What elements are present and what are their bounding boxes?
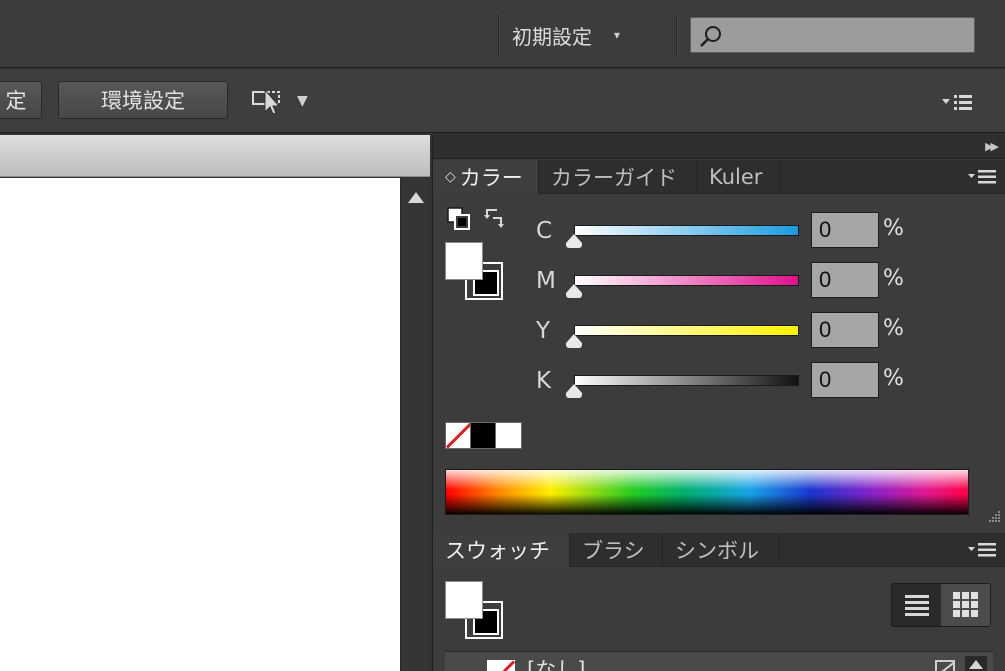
application-bar: 初期設定 ▾	[0, 0, 1005, 68]
slider-thumb[interactable]	[566, 384, 582, 398]
resize-grip-icon[interactable]	[987, 509, 1001, 523]
view-toggle	[891, 583, 991, 627]
swatch-list: [なし]	[445, 651, 993, 671]
quick-swatches	[445, 422, 522, 449]
grid-view-icon	[952, 592, 978, 617]
tab-label: シンボル	[675, 539, 759, 563]
tab-label: カラー	[459, 166, 523, 190]
channel-label: C	[536, 218, 553, 244]
button-label: 環境設定	[101, 89, 185, 113]
dock-header: ▶▶	[433, 135, 1005, 159]
arrange-documents-icon[interactable]	[251, 86, 285, 116]
tab-color[interactable]: ◇ カラー	[433, 160, 539, 194]
color-slider-track[interactable]	[574, 375, 799, 386]
channel-label: Y	[536, 318, 551, 344]
expand-collapse-icon: ◇	[445, 169, 456, 185]
color-panel-tabs: ◇ カラー カラーガイド Kuler	[433, 160, 1005, 194]
chevron-down-icon[interactable]: ▼	[297, 93, 308, 109]
divider	[498, 14, 499, 56]
swatches-panel-body: [なし]	[433, 567, 1005, 671]
channel-label: M	[536, 268, 556, 294]
black-swatch[interactable]	[471, 423, 496, 448]
channel-value-input[interactable]: 0	[811, 362, 879, 398]
panel-menu-icon[interactable]	[968, 542, 996, 558]
slider-thumb[interactable]	[566, 234, 582, 248]
document-tab[interactable]	[0, 135, 430, 177]
tab-label: カラーガイド	[551, 166, 677, 190]
grid-view-button[interactable]	[941, 584, 990, 626]
chevron-down-icon: ▾	[614, 28, 621, 42]
list-view-icon	[904, 595, 929, 616]
color-slider-track[interactable]	[574, 325, 799, 336]
slider-thumb[interactable]	[566, 334, 582, 348]
percent-label: %	[883, 316, 904, 341]
none-color-icon	[935, 660, 955, 671]
preferences-button[interactable]: 環境設定	[58, 81, 228, 119]
panel-menu-icon[interactable]	[942, 93, 974, 111]
collapse-panels-icon[interactable]: ▶▶	[985, 140, 999, 153]
tab-kuler[interactable]: Kuler	[697, 160, 781, 194]
document-setup-button[interactable]: 定	[0, 81, 42, 119]
tab-symbols[interactable]: シンボル	[663, 533, 779, 567]
slider-row-m: M 0%	[433, 262, 1005, 306]
button-label: 定	[5, 89, 27, 113]
percent-label: %	[883, 266, 904, 291]
color-spectrum[interactable]	[445, 469, 969, 515]
list-view-button[interactable]	[892, 584, 941, 626]
slider-row-y: Y 0%	[433, 312, 1005, 356]
artboard-canvas[interactable]	[0, 178, 400, 671]
fill-stroke-widget[interactable]	[445, 581, 505, 641]
percent-label: %	[883, 216, 904, 241]
panel-dock: ▶▶ ◇ カラー カラーガイド Kuler C 0% M 0 % Y 0 % K…	[432, 135, 1005, 671]
channel-value-input[interactable]: 0	[811, 262, 879, 298]
vertical-scrollbar[interactable]	[400, 178, 430, 671]
slider-row-c: C 0%	[433, 212, 1005, 256]
tab-label: Kuler	[709, 165, 763, 189]
search-icon	[700, 26, 721, 47]
swatch-name[interactable]: [なし]	[527, 654, 585, 671]
channel-value-input[interactable]: 0	[811, 312, 879, 348]
slider-thumb[interactable]	[566, 284, 582, 298]
tab-swatches[interactable]: スウォッチ	[433, 533, 570, 567]
tab-color-guide[interactable]: カラーガイド	[539, 160, 697, 194]
none-swatch[interactable]	[487, 660, 515, 671]
white-swatch[interactable]	[496, 423, 521, 448]
workspace-switcher[interactable]: 初期設定 ▾	[512, 18, 620, 52]
help-search-input[interactable]	[690, 17, 975, 53]
tab-label: ブラシ	[582, 539, 645, 563]
fill-swatch[interactable]	[445, 242, 483, 280]
channel-value-input[interactable]: 0	[811, 212, 879, 248]
panel-menu-icon[interactable]	[968, 169, 996, 185]
color-slider-track[interactable]	[574, 225, 799, 236]
scroll-up-icon[interactable]	[408, 192, 424, 203]
none-swatch[interactable]	[446, 423, 471, 448]
control-bar: 定 環境設定 ▼	[0, 69, 1005, 133]
divider	[676, 14, 677, 56]
tab-brushes[interactable]: ブラシ	[570, 533, 663, 567]
color-slider-track[interactable]	[574, 275, 799, 286]
scroll-up-icon[interactable]	[965, 656, 987, 671]
swatches-panel-tabs: スウォッチ ブラシ シンボル	[433, 533, 1005, 567]
channel-label: K	[536, 368, 552, 394]
tab-label: スウォッチ	[445, 539, 550, 563]
fill-swatch[interactable]	[445, 581, 483, 619]
slider-row-k: K 0%	[433, 362, 1005, 406]
percent-label: %	[883, 366, 904, 391]
workspace-label: 初期設定	[512, 24, 592, 49]
